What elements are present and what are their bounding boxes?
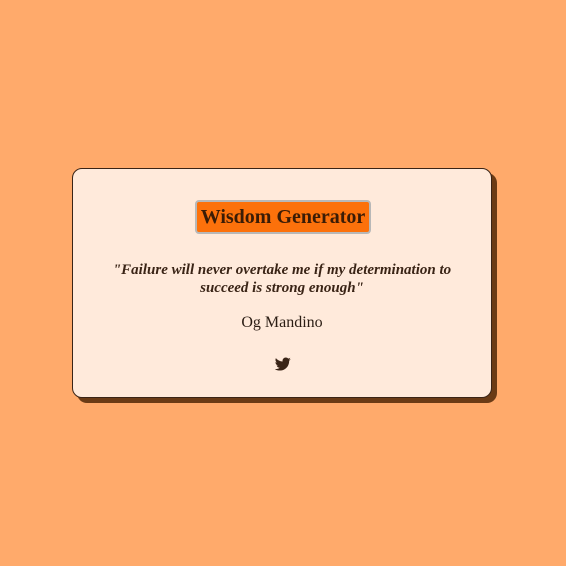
- twitter-icon: [275, 357, 291, 371]
- quote-text: "Failure will never overtake me if my de…: [112, 262, 452, 296]
- tweet-button[interactable]: [275, 356, 291, 372]
- quote-author: Og Mandino: [241, 314, 323, 331]
- wisdom-generator-button[interactable]: Wisdom Generator: [195, 200, 371, 234]
- quote-card: Wisdom Generator "Failure will never ove…: [72, 168, 492, 398]
